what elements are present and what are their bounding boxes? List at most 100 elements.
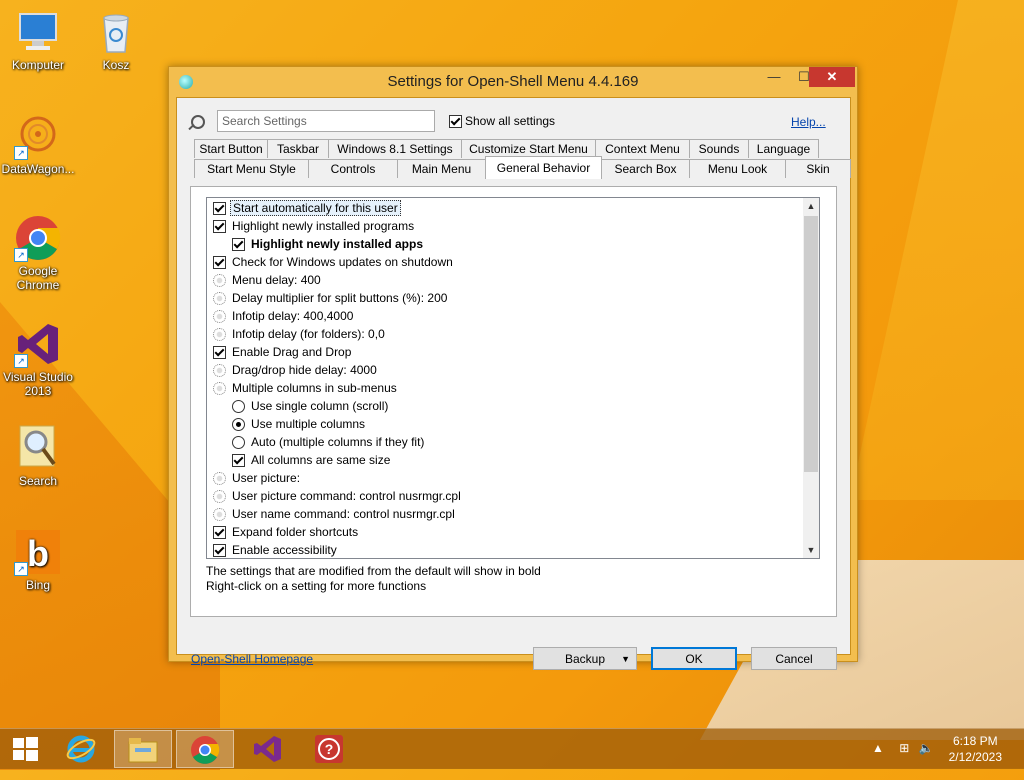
scroll-down-icon[interactable]: ▼ (803, 542, 819, 558)
setting-row[interactable]: Highlight newly installed apps (232, 235, 423, 253)
tab-menu-look[interactable]: Menu Look (689, 159, 786, 178)
setting-row[interactable]: User picture command: control nusrmgr.cp… (213, 487, 461, 505)
setting-label: Multiple columns in sub-menus (232, 381, 397, 395)
tab-main-menu[interactable]: Main Menu (397, 159, 486, 178)
setting-label: Check for Windows updates on shutdown (232, 255, 453, 269)
tab-windows-81-settings[interactable]: Windows 8.1 Settings (328, 139, 462, 158)
checkbox-icon[interactable] (232, 238, 245, 252)
setting-row[interactable]: Use multiple columns (232, 415, 365, 433)
setting-row[interactable]: Check for Windows updates on shutdown (213, 253, 453, 271)
visual-studio-icon (254, 736, 281, 762)
search-input[interactable] (217, 110, 435, 132)
tab-sounds[interactable]: Sounds (689, 139, 749, 158)
general-behavior-panel: ▲ ▼ Start automatically for this user Hig… (190, 186, 837, 617)
tab-taskbar[interactable]: Taskbar (267, 139, 329, 158)
settings-list[interactable]: ▲ ▼ Start automatically for this user Hig… (206, 197, 820, 559)
setting-row[interactable]: Auto (multiple columns if they fit) (232, 433, 424, 451)
chrome-icon (191, 736, 220, 764)
setting-label: Enable Drag and Drop (232, 345, 352, 359)
open-shell-homepage-link[interactable]: Open-Shell Homepage (191, 652, 313, 666)
volume-icon[interactable]: 🔈 (919, 741, 934, 755)
setting-row[interactable]: Infotip delay: 400,4000 (213, 307, 353, 325)
clock-date: 2/12/2023 (948, 750, 1002, 764)
close-button[interactable]: ✕ (809, 67, 855, 87)
setting-row[interactable]: User name command: control nusrmgr.cpl (213, 505, 455, 523)
setting-row[interactable]: Multiple columns in sub-menus (213, 379, 397, 397)
checkbox-icon[interactable] (213, 544, 226, 558)
show-all-settings-checkbox[interactable]: Show all settings (449, 114, 556, 129)
setting-row[interactable]: All columns are same size (232, 451, 390, 469)
radio-button-icon[interactable] (232, 436, 245, 450)
desktop-icon-label: Bing (25, 578, 51, 592)
gear-icon (213, 310, 226, 324)
clock[interactable]: 6:18 PM 2/12/2023 (949, 733, 1002, 765)
desktop-icon-computer[interactable]: Komputer (0, 8, 76, 72)
bing-icon: b ↗ (14, 528, 62, 576)
scroll-up-icon[interactable]: ▲ (803, 198, 819, 214)
network-icon[interactable]: ⊞ (899, 741, 909, 755)
tab-context-menu[interactable]: Context Menu (595, 139, 690, 158)
desktop-icon-visual-studio[interactable]: ↗ Visual Studio 2013 (0, 320, 76, 398)
gear-icon (213, 508, 226, 522)
desktop-icon-search[interactable]: Search (0, 424, 76, 488)
setting-row[interactable]: Start automatically for this user (213, 199, 401, 217)
taskbar-help[interactable]: ? (300, 730, 358, 768)
tab-language[interactable]: Language (748, 139, 819, 158)
setting-row[interactable]: Enable accessibility (213, 541, 337, 558)
ok-button[interactable]: OK (651, 647, 737, 670)
checkbox-icon[interactable] (213, 256, 226, 270)
tab-start-button[interactable]: Start Button (194, 139, 268, 158)
setting-label: Infotip delay (for folders): 0,0 (232, 327, 385, 341)
setting-row[interactable]: Enable Drag and Drop (213, 343, 351, 361)
taskbar-internet-explorer[interactable] (52, 730, 110, 768)
setting-row[interactable]: User picture: (213, 469, 300, 487)
setting-row[interactable]: Drag/drop hide delay: 4000 (213, 361, 377, 379)
backup-button[interactable]: Backup ▼ (533, 647, 637, 670)
checkbox-icon[interactable] (213, 220, 226, 234)
checkbox-icon[interactable] (213, 526, 226, 540)
setting-row[interactable]: Infotip delay (for folders): 0,0 (213, 325, 385, 343)
setting-row[interactable]: Use single column (scroll) (232, 397, 388, 415)
taskbar-chrome[interactable] (176, 730, 234, 768)
system-tray: ▲ ⊞ 🔈 (872, 741, 934, 755)
minimize-button[interactable]: — (759, 67, 789, 87)
setting-row[interactable]: Delay multiplier for split buttons (%): … (213, 289, 447, 307)
setting-row[interactable]: Expand folder shortcuts (213, 523, 358, 541)
checkbox-icon[interactable] (449, 115, 462, 129)
taskbar-visual-studio[interactable] (238, 730, 296, 768)
gear-icon (213, 274, 226, 288)
show-all-settings-label: Show all settings (465, 114, 556, 128)
title-bar[interactable]: Settings for Open-Shell Menu 4.4.169 — ☐… (169, 67, 857, 97)
tab-skin[interactable]: Skin (785, 159, 851, 178)
start-button[interactable] (0, 730, 50, 768)
desktop-icon-bing[interactable]: b ↗ Bing (0, 528, 76, 592)
tab-general-behavior[interactable]: General Behavior (485, 156, 602, 179)
tab-search-box[interactable]: Search Box (601, 159, 690, 178)
show-hidden-icons-icon[interactable]: ▲ (872, 741, 884, 755)
radio-button-icon[interactable] (232, 418, 245, 432)
setting-row[interactable]: Highlight newly installed programs (213, 217, 414, 235)
setting-label: Enable accessibility (232, 543, 337, 557)
setting-label: User picture command: control nusrmgr.cp… (232, 489, 461, 503)
scrollbar[interactable]: ▲ ▼ (803, 198, 819, 558)
desktop-icon-chrome[interactable]: ↗ Google Chrome (0, 214, 76, 292)
setting-row[interactable]: Menu delay: 400 (213, 271, 321, 289)
clock-time: 6:18 PM (952, 734, 998, 748)
dropdown-arrow-icon: ▼ (621, 654, 630, 664)
checkbox-icon[interactable] (213, 202, 226, 216)
setting-label: Use single column (scroll) (251, 399, 389, 413)
radio-button-icon[interactable] (232, 400, 245, 414)
tab-controls[interactable]: Controls (308, 159, 398, 178)
tab-start-menu-style[interactable]: Start Menu Style (194, 159, 309, 178)
checkbox-icon[interactable] (232, 454, 245, 468)
desktop-icon-recycle-bin[interactable]: Kosz (78, 8, 154, 72)
internet-explorer-icon (66, 735, 96, 763)
checkbox-icon[interactable] (213, 346, 226, 360)
setting-label: Delay multiplier for split buttons (%): … (232, 291, 448, 305)
bold-settings-note: The settings that are modified from the … (206, 564, 541, 578)
scroll-thumb[interactable] (804, 216, 818, 472)
cancel-button[interactable]: Cancel (751, 647, 837, 670)
desktop-icon-datawagon[interactable]: ↗ DataWagon... (0, 112, 76, 176)
taskbar-file-explorer[interactable] (114, 730, 172, 768)
help-link[interactable]: Help... (791, 115, 826, 129)
